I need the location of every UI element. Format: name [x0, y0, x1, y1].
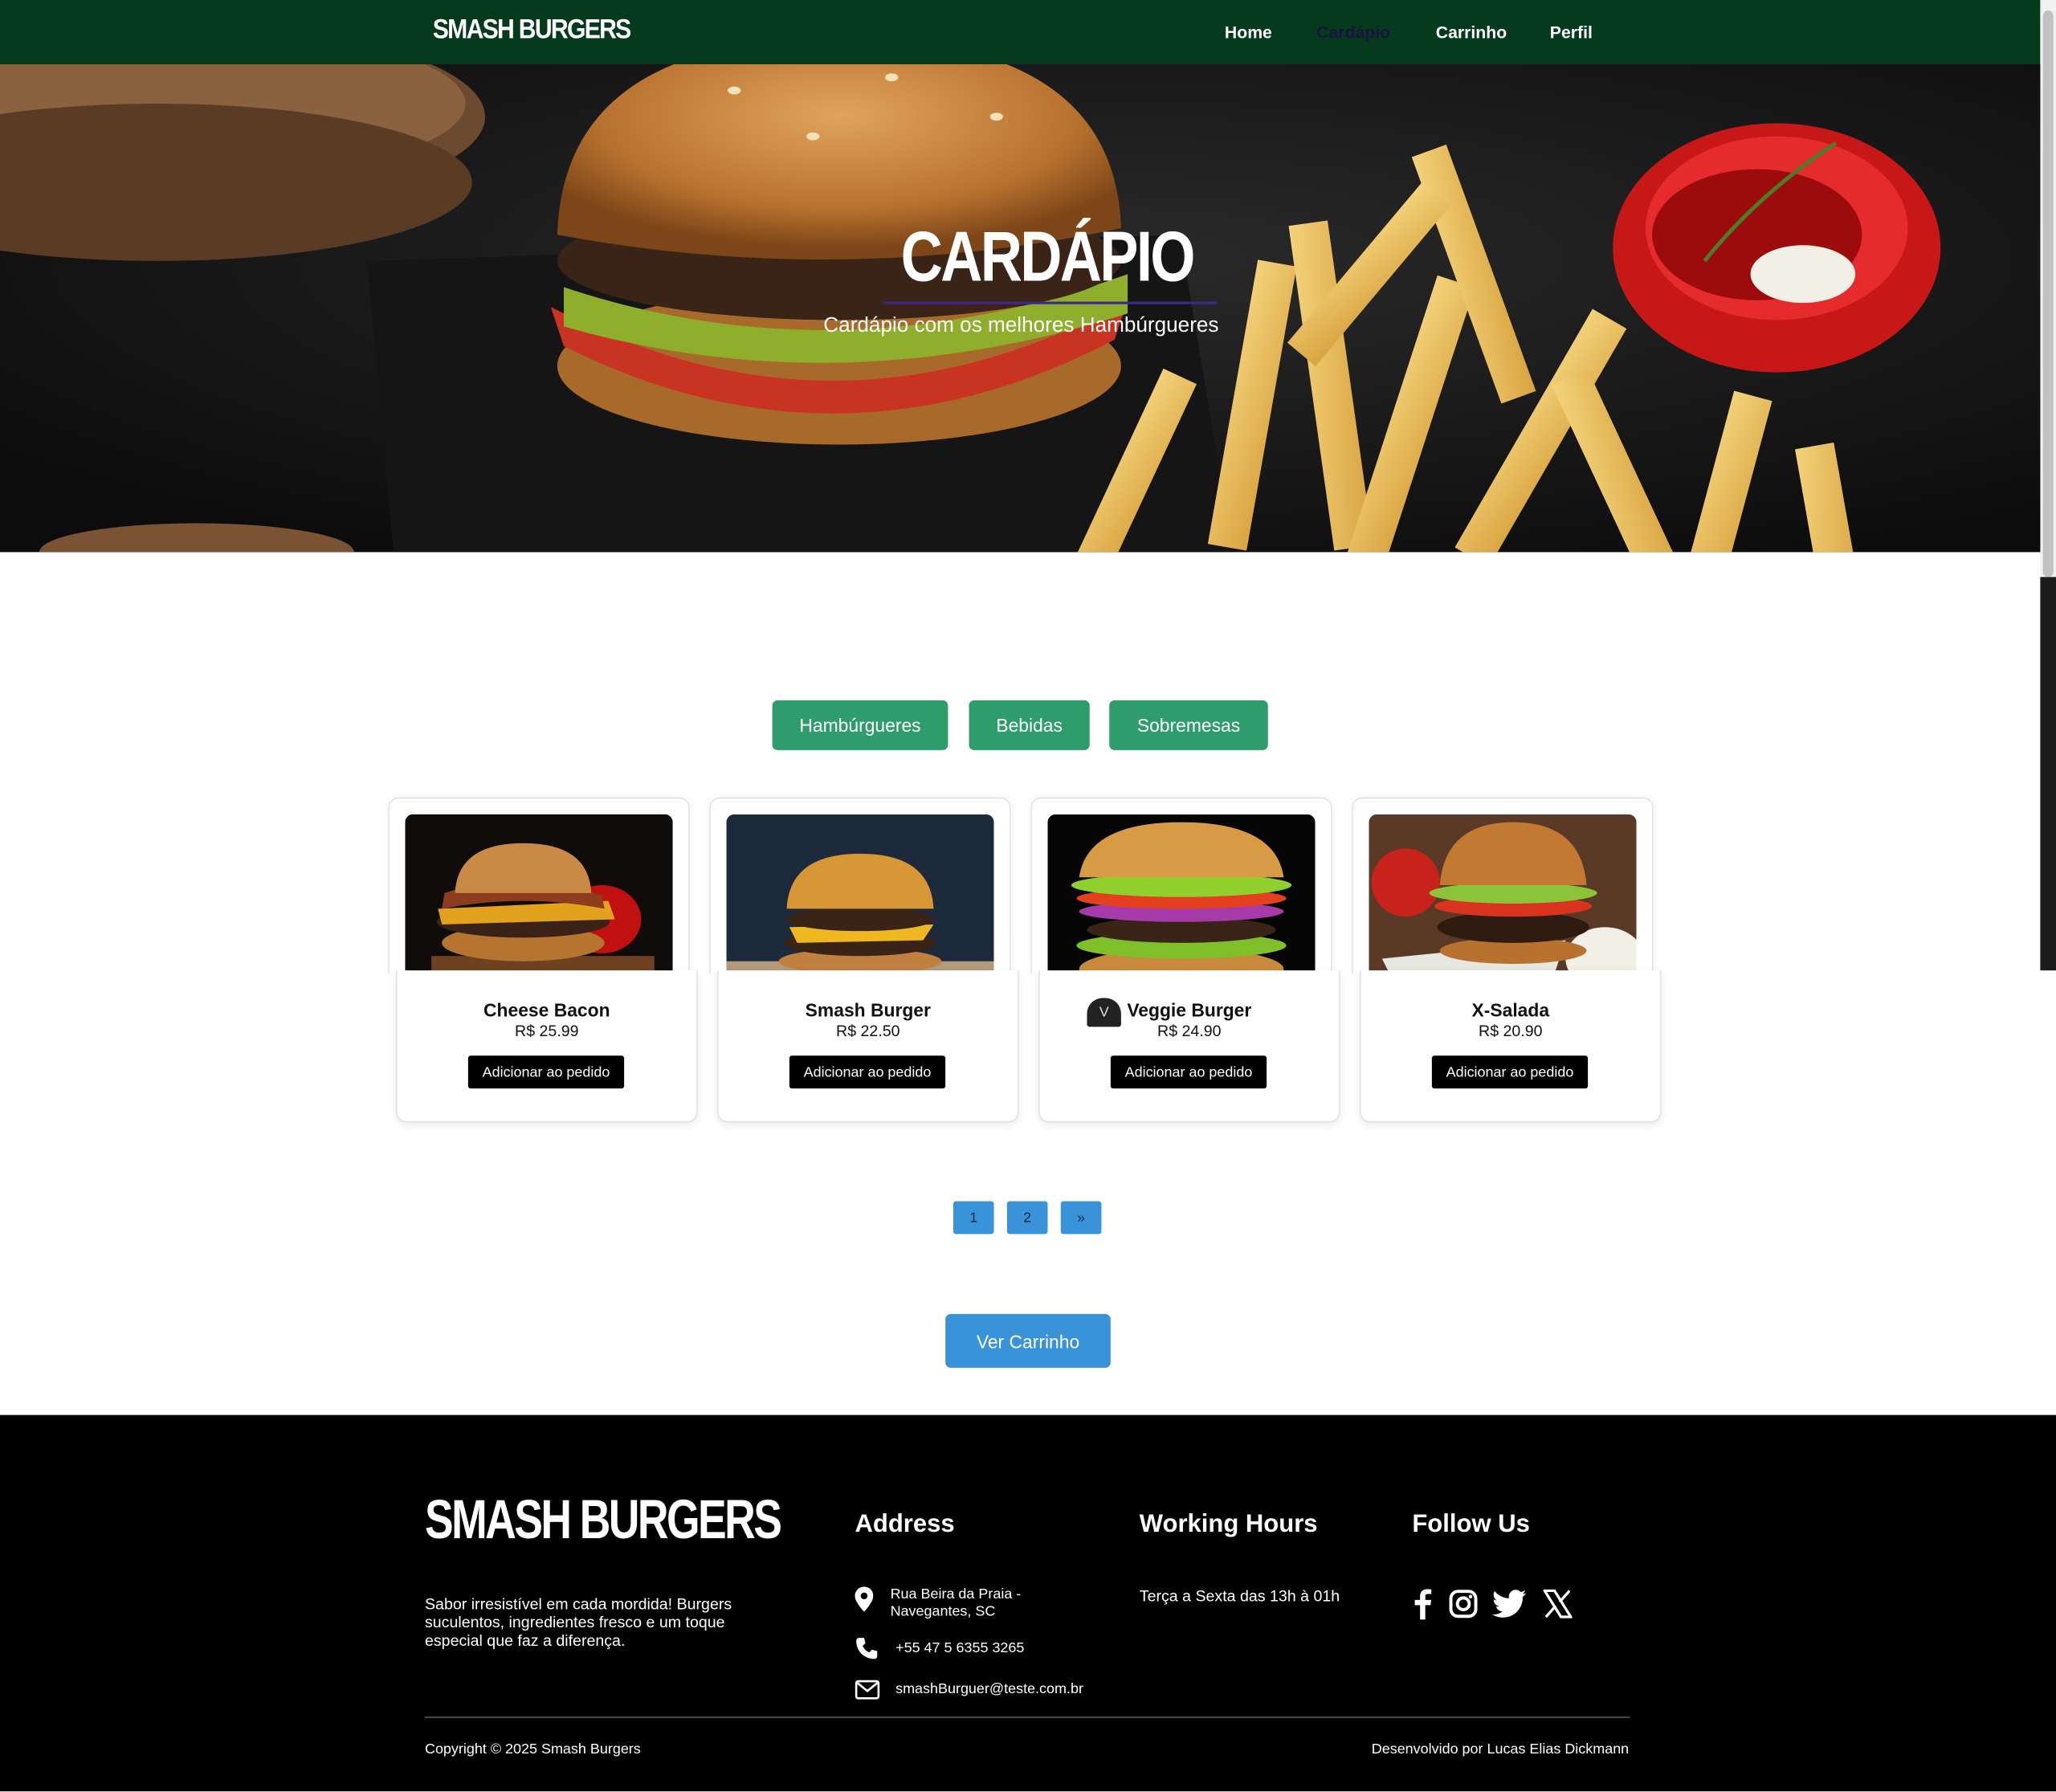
hero-food-image — [0, 63, 2041, 553]
view-cart-button[interactable]: Ver Carrinho — [945, 1313, 1111, 1368]
product-image-smash-burger — [726, 814, 994, 996]
add-to-order-button[interactable]: Adicionar ao pedido — [789, 1055, 946, 1089]
product-name: Smash Burger — [805, 999, 931, 1021]
x-icon[interactable] — [1543, 1589, 1573, 1619]
email-text: smashBurguer@teste.com.br — [895, 1681, 1083, 1697]
hero-divider — [883, 301, 1218, 304]
phone-icon — [856, 1638, 878, 1659]
hero-subtitle: Cardápio com os melhores Hambúrgueres — [823, 314, 1219, 337]
copyright-text: Copyright © 2025 Smash Burgers — [424, 1741, 641, 1757]
hero-title: CARDÁPIO — [900, 218, 1196, 296]
product-price: R$ 20.90 — [1479, 1021, 1543, 1040]
twitter-icon[interactable] — [1491, 1590, 1527, 1619]
product-name: X-Salada — [1471, 999, 1550, 1021]
product-image-x-salada — [1369, 814, 1637, 996]
brand-logo[interactable]: SMASH BURGERS — [433, 14, 632, 46]
page-2-button[interactable]: 2 — [1006, 1201, 1048, 1235]
add-to-order-button[interactable]: Adicionar ao pedido — [1110, 1055, 1267, 1089]
add-to-order-button[interactable]: Adicionar ao pedido — [1431, 1055, 1589, 1089]
address-heading: Address — [855, 1510, 955, 1539]
product-price: R$ 24.90 — [1157, 1021, 1222, 1040]
working-hours-heading: Working Hours — [1139, 1510, 1318, 1539]
product-price: R$ 25.99 — [515, 1021, 579, 1040]
working-hours-text: Terça a Sexta das 13h à 01h — [1139, 1586, 1340, 1606]
footer: SMASH BURGERS Sabor irresistível em cada… — [0, 1414, 2056, 1792]
scrollbar-track-dark — [2040, 577, 2056, 971]
scrollbar-thumb[interactable] — [2042, 10, 2054, 578]
product-name: Cheese Bacon — [483, 999, 610, 1021]
tab-hamburgueres[interactable]: Hambúrgueres — [772, 700, 948, 750]
email-icon — [855, 1680, 880, 1700]
address-text: Rua Beira da Praia - Navegantes, SC — [890, 1586, 1022, 1620]
hero-banner: CARDÁPIO Cardápio com os melhores Hambúr… — [0, 63, 2041, 553]
navbar: SMASH BURGERS Home Cardápio Carrinho Per… — [0, 0, 2041, 64]
facebook-icon[interactable] — [1412, 1588, 1433, 1620]
product-card-body — [1360, 970, 1662, 1123]
nav-home[interactable]: Home — [1225, 22, 1272, 42]
phone-text: +55 47 5 6355 3265 — [895, 1640, 1025, 1657]
nav-perfil[interactable]: Perfil — [1550, 22, 1593, 42]
product-card-body — [717, 970, 1019, 1123]
footer-tagline: Sabor irresistível em cada mordida! Burg… — [424, 1594, 732, 1650]
developer-credit: Desenvolvido por Lucas Elias Dickmann — [1371, 1741, 1630, 1757]
tab-bebidas[interactable]: Bebidas — [969, 700, 1090, 750]
instagram-icon[interactable] — [1449, 1590, 1478, 1619]
follow-us-heading: Follow Us — [1412, 1510, 1530, 1539]
product-card-body — [396, 970, 698, 1123]
product-image-cheese-bacon — [405, 814, 673, 996]
nav-cardapio[interactable]: Cardápio — [1316, 22, 1390, 42]
product-card-body — [1038, 970, 1340, 1123]
footer-logo: SMASH BURGERS — [424, 1488, 782, 1550]
page-1-button[interactable]: 1 — [953, 1201, 994, 1235]
product-name: Veggie Burger — [1127, 999, 1252, 1021]
location-pin-icon — [855, 1586, 874, 1612]
add-to-order-button[interactable]: Adicionar ao pedido — [467, 1055, 625, 1089]
footer-divider — [424, 1716, 1630, 1718]
product-image-veggie-burger — [1047, 814, 1316, 996]
tab-sobremesas[interactable]: Sobremesas — [1109, 700, 1268, 750]
nav-carrinho[interactable]: Carrinho — [1436, 22, 1507, 42]
product-price: R$ 22.50 — [836, 1021, 900, 1040]
next-page-button[interactable]: » — [1060, 1201, 1102, 1235]
